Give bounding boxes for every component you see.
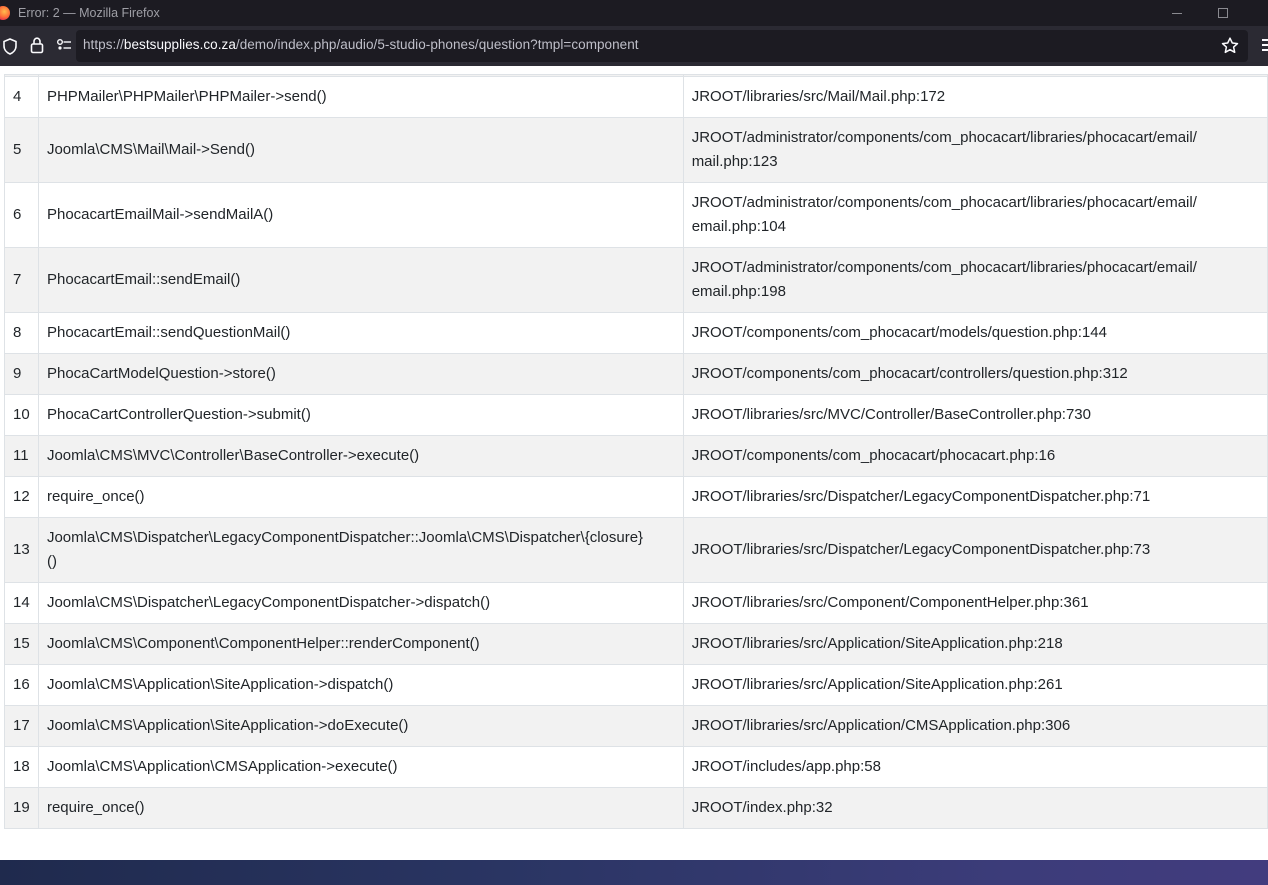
table-row: 9 PhocaCartModelQuestion->store() JROOT/co…	[4, 353, 1268, 395]
trace-location-cell: JROOT/administrator/components/com_phoca…	[682, 247, 1268, 313]
trace-location-cell: JROOT/components/com_phocacart/models/qu…	[682, 312, 1268, 354]
trace-num-cell: 14	[4, 582, 39, 624]
trace-location-cell: JROOT/index.php:32	[682, 787, 1268, 829]
trace-num-cell: 6	[4, 182, 39, 248]
stack-trace-table-wrapper: 4 PHPMailer\PHPMailer\PHPMailer->send() JR…	[4, 74, 1268, 829]
trace-location-cell: JROOT/libraries/src/Dispatcher/LegacyCom…	[682, 476, 1268, 518]
trace-num-cell: 8	[4, 312, 39, 354]
window-controls	[1154, 0, 1268, 26]
trace-num-cell: 13	[4, 517, 39, 583]
trace-num-cell: 17	[4, 705, 39, 747]
maximize-icon	[1218, 8, 1228, 18]
lock-icon[interactable]	[30, 37, 44, 54]
trace-location-cell: JROOT/administrator/components/com_phoca…	[682, 182, 1268, 248]
trace-location-cell: JROOT/libraries/src/Dispatcher/LegacyCom…	[682, 517, 1268, 583]
trace-function-cell: Joomla\CMS\MVC\Controller\BaseController…	[37, 435, 684, 477]
trace-function-cell: Joomla\CMS\Dispatcher\LegacyComponentDis…	[37, 582, 684, 624]
table-row: 7 PhocacartEmail::sendEmail() JROOT/admini…	[4, 247, 1268, 313]
window-title: Error: 2 — Mozilla Firefox	[18, 6, 160, 20]
shield-icon[interactable]	[2, 38, 18, 55]
trace-function-cell: Joomla\CMS\Mail\Mail->Send()	[37, 117, 684, 183]
url-path: /demo/index.php/audio/5-studio-phones/qu…	[235, 37, 639, 52]
url-host: bestsupplies.co.za	[123, 37, 236, 52]
page-footer	[0, 860, 1268, 885]
browser-navbar: https://bestsupplies.co.za/demo/index.ph…	[0, 26, 1268, 66]
table-row: 10 PhocaCartControllerQuestion->submit() J…	[4, 394, 1268, 436]
trace-num-cell: 11	[4, 435, 39, 477]
trace-function-cell: require_once()	[37, 476, 684, 518]
page-content: 4 PHPMailer\PHPMailer\PHPMailer->send() JR…	[0, 66, 1268, 860]
trace-function-cell: PhocacartEmail::sendEmail()	[37, 247, 684, 313]
stack-trace-table: 4 PHPMailer\PHPMailer\PHPMailer->send() JR…	[4, 74, 1268, 829]
minimize-button[interactable]	[1154, 0, 1200, 26]
trace-location-cell: JROOT/libraries/src/Application/CMSAppli…	[682, 705, 1268, 747]
trace-num-cell: 18	[4, 746, 39, 788]
permissions-icon[interactable]	[56, 39, 72, 51]
trace-num-cell: 16	[4, 664, 39, 706]
trace-num-cell: 5	[4, 117, 39, 183]
star-icon[interactable]	[1221, 37, 1239, 54]
trace-function-cell: PhocaCartControllerQuestion->submit()	[37, 394, 684, 436]
trace-function-cell: Joomla\CMS\Component\ComponentHelper::re…	[37, 623, 684, 665]
trace-location-cell: JROOT/libraries/src/MVC/Controller/BaseC…	[682, 394, 1268, 436]
trace-function-cell: Joomla\CMS\Application\CMSApplication->e…	[37, 746, 684, 788]
table-row: 13 Joomla\CMS\Dispatcher\LegacyComponentD…	[4, 517, 1268, 583]
firefox-logo-icon	[0, 6, 10, 20]
trace-location-cell: JROOT/components/com_phocacart/controlle…	[682, 353, 1268, 395]
trace-num-cell: 12	[4, 476, 39, 518]
trace-location-cell: JROOT/administrator/components/com_phoca…	[682, 117, 1268, 183]
url-text[interactable]: https://bestsupplies.co.za/demo/index.ph…	[83, 37, 639, 52]
table-row: 4 PHPMailer\PHPMailer\PHPMailer->send() JR…	[4, 76, 1268, 118]
table-row: 14 Joomla\CMS\Dispatcher\LegacyComponentD…	[4, 582, 1268, 624]
trace-num-cell: 4	[4, 76, 39, 118]
trace-location-cell: JROOT/libraries/src/Application/SiteAppl…	[682, 664, 1268, 706]
table-row: 16 Joomla\CMS\Application\SiteApplication…	[4, 664, 1268, 706]
trace-num-cell: 9	[4, 353, 39, 395]
trace-function-cell: PhocacartEmail::sendQuestionMail()	[37, 312, 684, 354]
table-row: 18 Joomla\CMS\Application\CMSApplication-…	[4, 746, 1268, 788]
window-titlebar: Error: 2 — Mozilla Firefox	[0, 0, 1268, 26]
trace-num-cell: 19	[4, 787, 39, 829]
table-row: 11 Joomla\CMS\MVC\Controller\BaseControll…	[4, 435, 1268, 477]
trace-location-cell: JROOT/includes/app.php:58	[682, 746, 1268, 788]
table-row: 8 PhocacartEmail::sendQuestionMail() JROOT…	[4, 312, 1268, 354]
trace-function-cell: Joomla\CMS\Application\SiteApplication->…	[37, 664, 684, 706]
table-row: 19 require_once() JROOT/index.php:32	[4, 787, 1268, 829]
minimize-icon	[1172, 12, 1182, 14]
hamburger-menu-icon[interactable]	[1262, 39, 1268, 54]
trace-num-cell: 7	[4, 247, 39, 313]
stack-trace-body: 4 PHPMailer\PHPMailer\PHPMailer->send() JR…	[4, 74, 1268, 829]
table-row: 17 Joomla\CMS\Application\SiteApplication…	[4, 705, 1268, 747]
trace-function-cell: PHPMailer\PHPMailer\PHPMailer->send()	[37, 76, 684, 118]
trace-num-cell: 10	[4, 394, 39, 436]
table-row: 5 Joomla\CMS\Mail\Mail->Send() JROOT/admin…	[4, 117, 1268, 183]
trace-num-cell: 15	[4, 623, 39, 665]
trace-function-cell: Joomla\CMS\Dispatcher\LegacyComponentDis…	[37, 517, 684, 583]
table-row: 15 Joomla\CMS\Component\ComponentHelper::…	[4, 623, 1268, 665]
close-button[interactable]	[1246, 0, 1268, 26]
trace-location-cell: JROOT/components/com_phocacart/phocacart…	[682, 435, 1268, 477]
trace-location-cell: JROOT/libraries/src/Component/ComponentH…	[682, 582, 1268, 624]
trace-location-cell: JROOT/libraries/src/Application/SiteAppl…	[682, 623, 1268, 665]
trace-function-cell: Joomla\CMS\Application\SiteApplication->…	[37, 705, 684, 747]
table-row: 12 require_once() JROOT/libraries/src/Disp…	[4, 476, 1268, 518]
url-scheme: https://	[83, 37, 124, 52]
trace-function-cell: require_once()	[37, 787, 684, 829]
maximize-button[interactable]	[1200, 0, 1246, 26]
trace-function-cell: PhocaCartModelQuestion->store()	[37, 353, 684, 395]
trace-location-cell: JROOT/libraries/src/Mail/Mail.php:172	[682, 76, 1268, 118]
table-row: 6 PhocacartEmailMail->sendMailA() JROOT/ad…	[4, 182, 1268, 248]
trace-function-cell: PhocacartEmailMail->sendMailA()	[37, 182, 684, 248]
